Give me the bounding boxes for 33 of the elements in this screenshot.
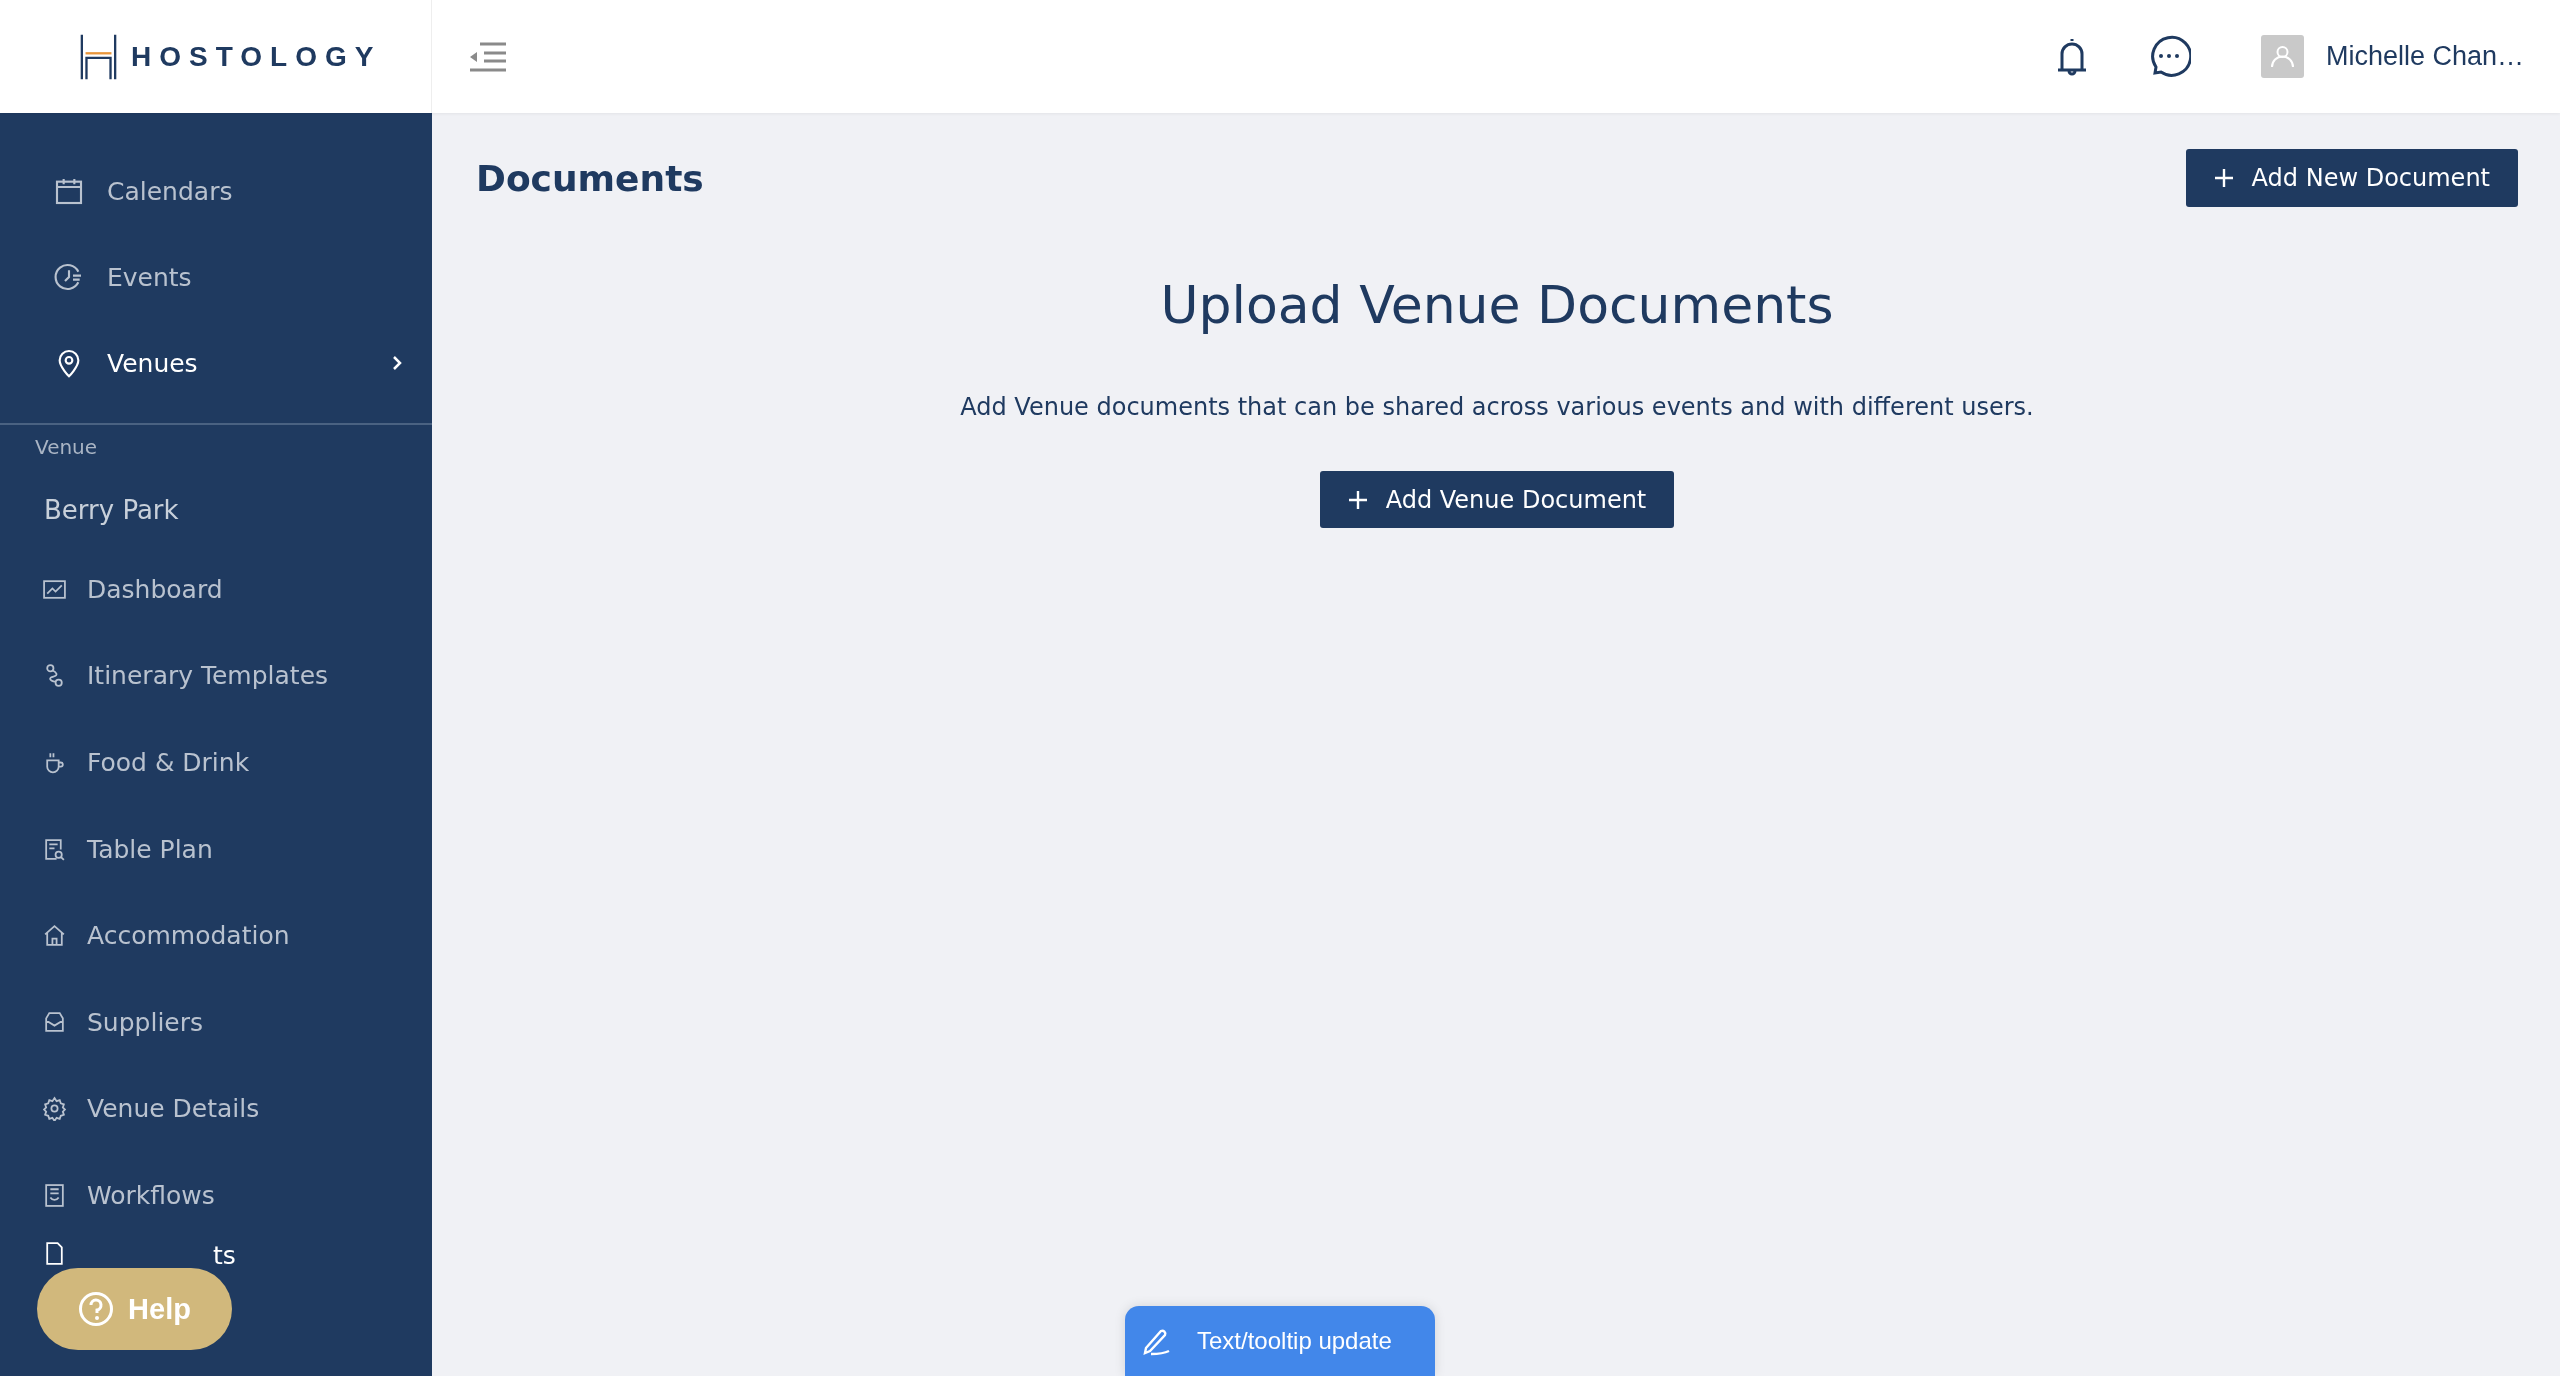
gear-icon xyxy=(42,1096,67,1122)
document-search-icon xyxy=(42,836,67,862)
venue-name: Berry Park xyxy=(43,493,180,527)
nav-item[interactable]: Events xyxy=(0,234,432,320)
sidebar-item[interactable]: Itinerary Templates xyxy=(87,661,329,691)
nav-item[interactable]: Venues xyxy=(0,320,432,406)
box-icon xyxy=(42,1009,67,1035)
sidebar-item[interactable]: Dashboard xyxy=(87,574,223,604)
user-name[interactable]: Michelle Chan… xyxy=(2325,41,2524,72)
add-venue-document-button[interactable]: Add Venue Document xyxy=(1319,471,1675,528)
sidebar-item[interactable]: Accommodation xyxy=(87,921,290,951)
sidebar-item[interactable]: Table Plan xyxy=(87,834,213,864)
section-label: Venue xyxy=(34,434,99,461)
sidebar-item[interactable]: ts xyxy=(213,1240,236,1270)
logo-icon xyxy=(80,33,117,80)
sidebar-item[interactable]: Venue Details xyxy=(87,1094,260,1124)
house-icon xyxy=(42,923,67,949)
nav-item[interactable]: Calendars xyxy=(0,148,432,234)
empty-state-description: Add Venue documents that can be shared across various events and with different users. xyxy=(960,393,2034,421)
logo-text: HOSTOLOGY xyxy=(131,40,382,73)
document-icon xyxy=(42,1182,67,1208)
empty-state-heading: Upload Venue Documents xyxy=(1160,275,1834,335)
add-new-document-button[interactable]: Add New Document xyxy=(2185,149,2518,207)
menu-collapse-icon[interactable] xyxy=(470,40,506,73)
plus-icon xyxy=(1347,489,1368,510)
chevron-right-icon xyxy=(392,355,402,371)
sidebar-item[interactable]: Workflows xyxy=(87,1180,215,1210)
sidebar-item[interactable]: Food & Drink xyxy=(87,748,250,777)
sidebar-item[interactable]: Suppliers xyxy=(87,1007,204,1037)
page-title: Documents xyxy=(476,157,704,199)
question-icon xyxy=(78,1291,115,1327)
plus-icon xyxy=(2213,168,2234,188)
text-update-button[interactable]: Text/tooltip update xyxy=(1125,1306,1435,1376)
